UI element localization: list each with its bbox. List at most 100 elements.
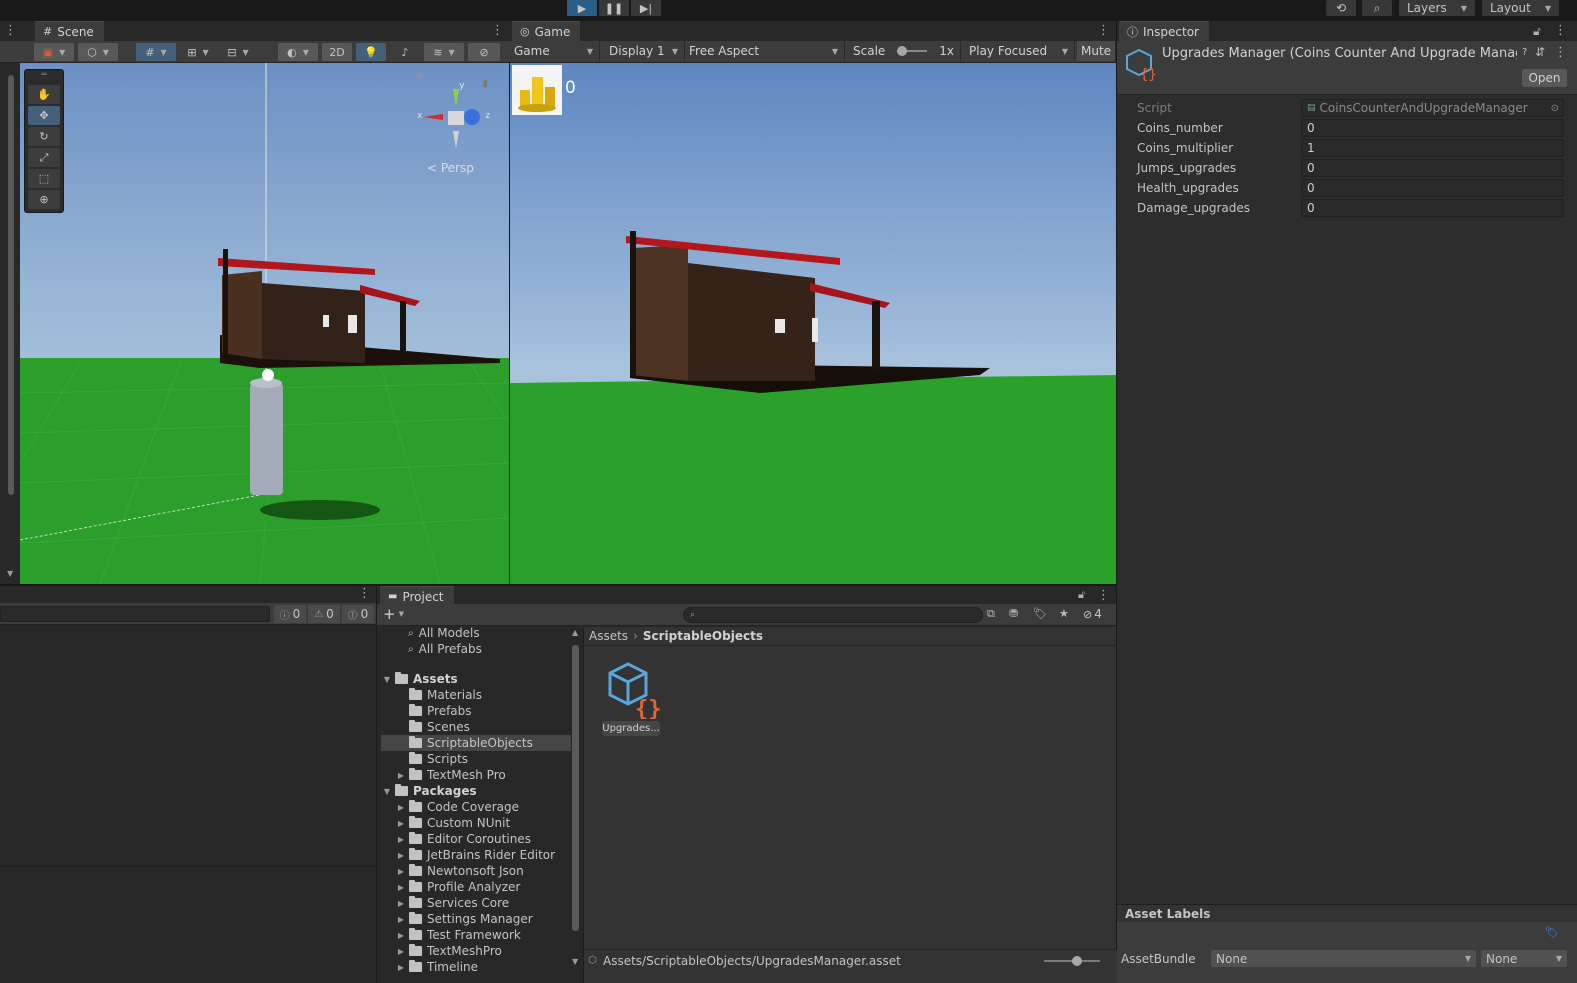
scale-slider-thumb[interactable] (897, 46, 908, 56)
chevron-right-icon[interactable]: ▶ (395, 835, 407, 844)
assetbundle-variant-dropdown[interactable]: None ▼ (1481, 950, 1567, 967)
help-icon[interactable]: ? (1522, 47, 1527, 58)
tree-item-materials[interactable]: Materials (381, 687, 571, 703)
create-button[interactable]: + ▼ (383, 605, 413, 623)
chevron-right-icon[interactable]: ▶ (395, 771, 407, 780)
project-menu-icon[interactable]: ⋮ (1097, 589, 1110, 602)
pause-button[interactable]: ❚❚ (599, 0, 629, 16)
chevron-right-icon[interactable]: ▶ (395, 931, 407, 940)
scene-viewport[interactable]: ═ ✋ ✥ ↻ ⤢ ⬚ ⊕ ═ ▮ y x z < Persp (20, 63, 509, 584)
chevron-right-icon[interactable]: ▶ (395, 899, 407, 908)
project-lock-icon[interactable]: 🔓︎ (1078, 588, 1085, 602)
move-tool-button[interactable]: ✥ (28, 106, 60, 125)
tree-item-package[interactable]: ▶ Newtonsoft Json (381, 863, 571, 879)
search-scope-icon[interactable]: ⧉ (987, 607, 995, 621)
scale-tool-button[interactable]: ⤢ (28, 148, 60, 167)
tree-item-package[interactable]: ▶ TextMeshPro (381, 943, 571, 959)
play-focused-dropdown[interactable]: Play Focused ▼ (965, 41, 1075, 61)
palette-handle[interactable]: ═ (25, 70, 63, 84)
chevron-right-icon[interactable]: ▶ (395, 851, 407, 860)
game-viewport[interactable]: 0 (510, 63, 1116, 584)
tree-item-package[interactable]: ▶ JetBrains Rider Editor (381, 847, 571, 863)
render-mode-dropdown[interactable]: ⬡ ▼ (78, 43, 118, 61)
tab-scene[interactable]: # Scene (35, 21, 104, 41)
tree-scrollbar-thumb[interactable] (572, 645, 579, 931)
visibility-toggle[interactable]: ⊘ (468, 43, 500, 61)
chevron-down-icon[interactable]: ▼ (381, 787, 393, 796)
transform-tool-button[interactable]: ⊕ (28, 190, 60, 209)
tree-item-scenes[interactable]: Scenes (381, 719, 571, 735)
tree-item-packages[interactable]: ▼ Packages (381, 783, 571, 799)
warnings-toggle[interactable]: ⚠ 0 (308, 605, 340, 623)
display-dropdown[interactable]: Display 1 ▼ (605, 41, 685, 61)
scale-slider[interactable] (897, 46, 928, 56)
game-view-dropdown[interactable]: Game ▼ (510, 41, 600, 61)
panel-menu-icon[interactable]: ⋮ (4, 24, 17, 37)
scroll-down-icon[interactable]: ▼ (7, 569, 13, 578)
messages-toggle[interactable]: ⓵0 (342, 605, 374, 623)
tree-item-scripts[interactable]: Scripts (381, 751, 571, 767)
tab-game[interactable]: ◎ Game (512, 21, 581, 41)
tree-item-package[interactable]: ▶ Code Coverage (381, 799, 571, 815)
chevron-right-icon[interactable]: ▶ (395, 803, 407, 812)
assetbundle-dropdown[interactable]: None ▼ (1211, 950, 1476, 967)
component-menu-icon[interactable]: ⋮ (1554, 46, 1567, 59)
jumps-upgrades-field[interactable]: 0 (1301, 159, 1564, 177)
tree-item-all-models[interactable]: ⌕ All Models (381, 625, 571, 641)
scroll-down-icon[interactable]: ▼ (572, 957, 578, 966)
hand-tool-button[interactable]: ✋ (28, 85, 60, 104)
tree-item-package[interactable]: ▶ Settings Manager (381, 911, 571, 927)
icon-size-slider[interactable] (1044, 956, 1100, 966)
play-button[interactable]: ▶ (567, 0, 597, 16)
label-filter-icon[interactable]: 🏷︎ (1033, 607, 1047, 620)
breadcrumb-assets[interactable]: Assets (589, 629, 628, 643)
open-button[interactable]: Open (1522, 69, 1567, 87)
rect-tool-button[interactable]: ⬚ (28, 169, 60, 188)
orientation-gizmo[interactable]: ═ ▮ y x z < Persp (415, 71, 505, 191)
hidden-packages-toggle[interactable]: ⊘ 4 (1083, 607, 1102, 621)
rotate-tool-button[interactable]: ↻ (28, 127, 60, 146)
lock-icon[interactable]: 🔓︎ (1533, 24, 1541, 39)
draw-mode-dropdown[interactable]: ▣ ▼ (34, 43, 74, 61)
gizmo-dropdown[interactable]: ◐ ▼ (278, 43, 318, 61)
health-upgrades-field[interactable]: 0 (1301, 179, 1564, 197)
tree-item-textmesh-pro[interactable]: ▶ TextMesh Pro (381, 767, 571, 783)
effects-dropdown[interactable]: ≋ ▼ (424, 43, 464, 61)
game-menu-icon[interactable]: ⋮ (1097, 24, 1110, 37)
step-button[interactable]: ▶| (631, 0, 661, 16)
icon-size-slider-thumb[interactable] (1072, 956, 1082, 966)
mode-2d-toggle[interactable]: 2D (322, 43, 352, 61)
tree-item-package[interactable]: ▶ Profile Analyzer (381, 879, 571, 895)
chevron-right-icon[interactable]: ▶ (395, 947, 407, 956)
scene-menu-icon[interactable]: ⋮ (491, 24, 504, 37)
project-search-input[interactable]: ⌕ (683, 607, 983, 623)
favorite-star-icon[interactable]: ★ (1059, 607, 1069, 620)
layers-dropdown[interactable]: Layers ▼ (1399, 0, 1475, 16)
tree-item-package[interactable]: ▶ Editor Coroutines (381, 831, 571, 847)
tree-item-assets[interactable]: ▼ Assets (381, 671, 571, 687)
tree-item-prefabs[interactable]: Prefabs (381, 703, 571, 719)
tree-item-scriptableobjects[interactable]: ScriptableObjects (381, 735, 571, 751)
script-field[interactable]: ▤ CoinsCounterAndUpgradeManager ⊙ (1301, 99, 1564, 117)
audio-toggle[interactable]: ♪ (390, 43, 420, 61)
layout-dropdown[interactable]: Layout ▼ (1482, 0, 1559, 16)
aspect-dropdown[interactable]: Free Aspect ▼ (685, 41, 845, 61)
chevron-down-icon[interactable]: ▼ (381, 675, 393, 684)
grid-dropdown[interactable]: ⊞ ▼ (180, 43, 216, 61)
coins-multiplier-field[interactable]: 1 (1301, 139, 1564, 157)
chevron-right-icon[interactable]: ▶ (395, 915, 407, 924)
tree-item-package[interactable]: ▶ Timeline (381, 959, 571, 975)
chevron-right-icon[interactable]: ▶ (395, 819, 407, 828)
object-picker-icon[interactable]: ⊙ (1551, 103, 1559, 114)
inspector-menu-icon[interactable]: ⋮ (1554, 24, 1567, 37)
grid-snap-toggle[interactable]: # ▼ (136, 43, 176, 61)
tree-item-all-prefabs[interactable]: ⌕ All Prefabs (381, 641, 571, 657)
lighting-toggle[interactable]: 💡 (356, 43, 386, 61)
tree-item-package[interactable]: ▶ Test Framework (381, 927, 571, 943)
chevron-right-icon[interactable]: ▶ (395, 963, 407, 972)
damage-upgrades-field[interactable]: 0 (1301, 199, 1564, 217)
console-menu-icon[interactable]: ⋮ (358, 587, 371, 600)
chevron-right-icon[interactable]: ▶ (395, 883, 407, 892)
tab-inspector[interactable]: ⓘ Inspector (1119, 21, 1209, 41)
tag-icon[interactable]: 🏷︎ (1545, 926, 1559, 939)
